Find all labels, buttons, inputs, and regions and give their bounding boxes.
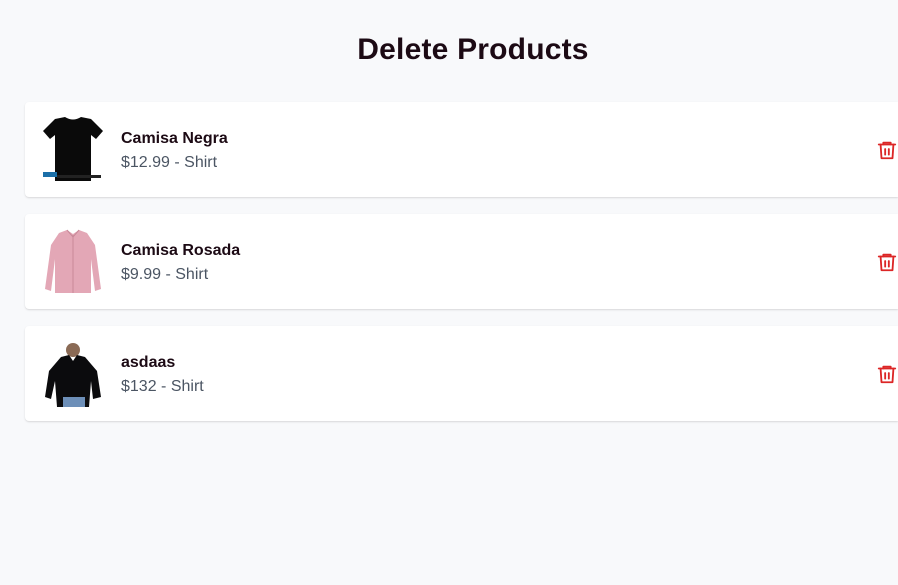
trash-icon bbox=[876, 141, 898, 165]
product-price-category: $132 - Shirt bbox=[121, 378, 204, 395]
trash-icon bbox=[876, 365, 898, 389]
page-title: Delete Products bbox=[357, 33, 589, 66]
product-card: asdaas $132 - Shirt bbox=[25, 326, 898, 421]
product-card: Camisa Rosada $9.99 - Shirt bbox=[25, 214, 898, 309]
product-image bbox=[41, 341, 105, 407]
product-name: Camisa Negra bbox=[121, 130, 228, 147]
product-card: Camisa Negra $12.99 - Shirt bbox=[25, 102, 898, 197]
product-price-category: $9.99 - Shirt bbox=[121, 266, 209, 283]
trash-icon bbox=[876, 253, 898, 277]
product-name: asdaas bbox=[121, 354, 176, 371]
delete-button[interactable] bbox=[876, 139, 898, 161]
product-name: Camisa Rosada bbox=[121, 242, 241, 259]
product-price-category: $12.99 - Shirt bbox=[121, 154, 218, 171]
delete-products-page: Delete Products Camisa Negra $12.99 - Sh… bbox=[0, 0, 898, 585]
product-image bbox=[41, 117, 105, 183]
delete-button[interactable] bbox=[876, 251, 898, 273]
product-image bbox=[41, 229, 105, 295]
delete-button[interactable] bbox=[876, 363, 898, 385]
product-list: Camisa Negra $12.99 - Shirt Camisa Rosad… bbox=[25, 102, 898, 438]
